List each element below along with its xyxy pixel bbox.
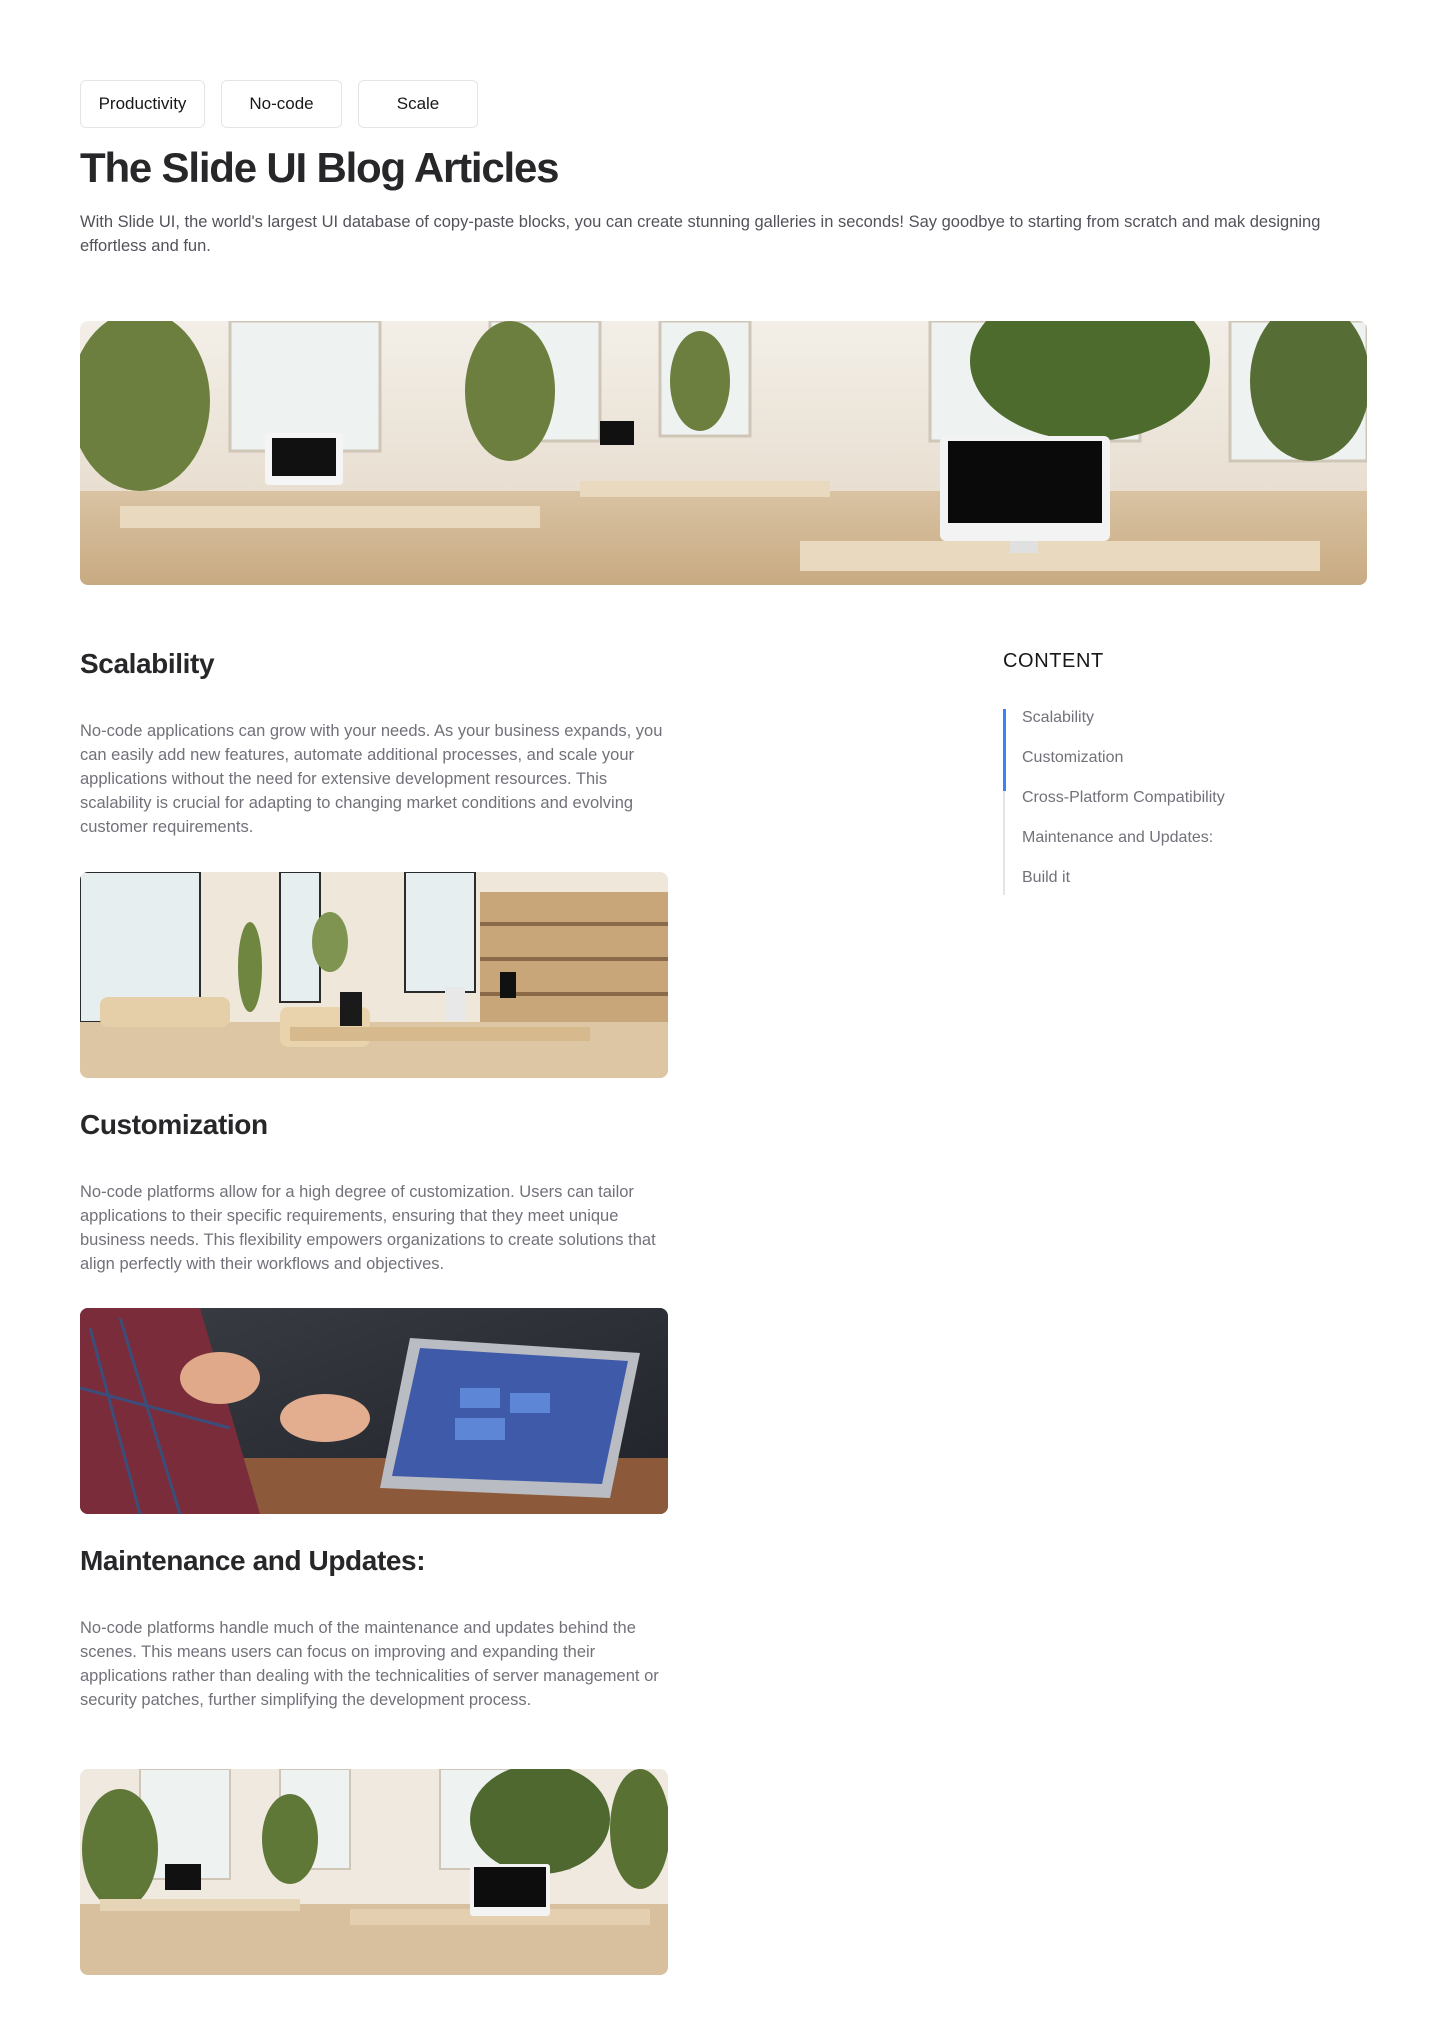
toc-item-maintenance[interactable]: Maintenance and Updates: <box>1022 829 1213 847</box>
toc-active-indicator <box>1003 709 1006 791</box>
toc-item-scalability[interactable]: Scalability <box>1022 709 1094 727</box>
toc-item-build-it[interactable]: Build it <box>1022 869 1070 887</box>
section-image-scalability <box>80 872 668 1078</box>
toc-item-cross-platform[interactable]: Cross-Platform Compatibility <box>1022 789 1225 807</box>
table-of-contents: CONTENT Scalability Customization Cross-… <box>1003 650 1333 895</box>
section-title-maintenance: Maintenance and Updates: <box>80 1545 426 1576</box>
section-body-maintenance: No-code platforms handle much of the mai… <box>80 1619 659 1709</box>
section-image-customization <box>80 1308 668 1514</box>
section-title-customization: Customization <box>80 1109 268 1140</box>
tag-productivity[interactable]: Productivity <box>80 80 205 128</box>
section-body-scalability: No-code applications can grow with your … <box>80 722 663 836</box>
toc-list: Scalability Customization Cross-Platform… <box>1003 709 1333 895</box>
tag-no-code[interactable]: No-code <box>221 80 342 128</box>
section-body-customization: No-code platforms allow for a high degre… <box>80 1183 656 1273</box>
toc-item-customization[interactable]: Customization <box>1022 749 1123 767</box>
page-title: The Slide UI Blog Articles <box>80 144 560 191</box>
toc-heading: CONTENT <box>1003 650 1104 672</box>
page-intro: With Slide UI, the world's largest UI da… <box>80 213 1321 255</box>
hero-image <box>80 321 1367 585</box>
section-image-maintenance <box>80 1769 668 1975</box>
tag-scale[interactable]: Scale <box>358 80 478 128</box>
section-title-scalability: Scalability <box>80 648 215 679</box>
tag-list: Productivity No-code Scale <box>80 80 478 128</box>
